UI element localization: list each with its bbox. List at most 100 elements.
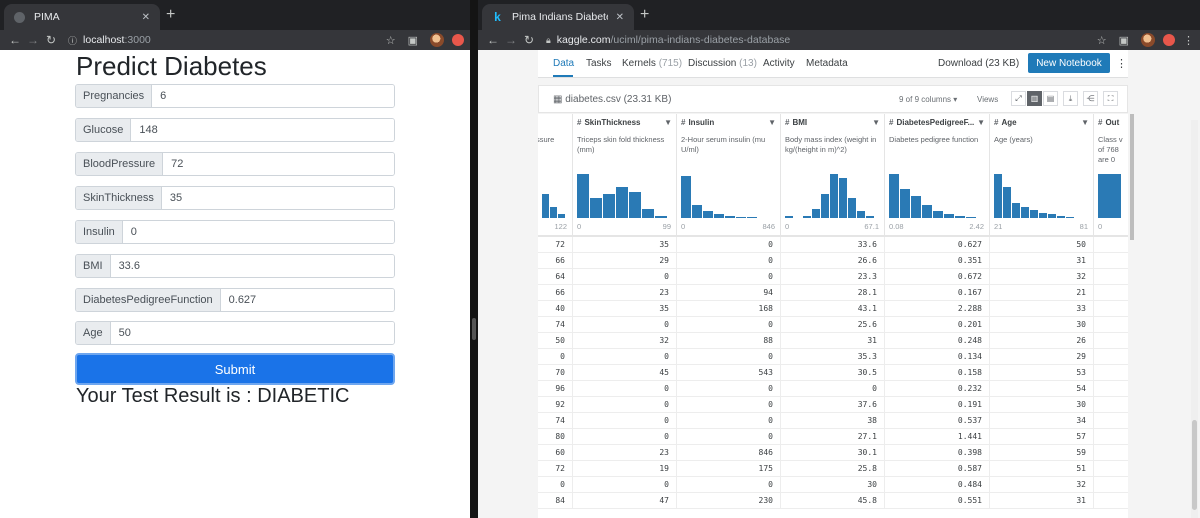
tab-kernels[interactable]: Kernels (715) bbox=[622, 58, 682, 69]
back-icon[interactable]: ← bbox=[6, 33, 24, 47]
histogram-bar bbox=[994, 174, 1002, 218]
bmi-input[interactable]: 33.6 bbox=[110, 255, 394, 277]
table-cell: 35 bbox=[573, 301, 677, 317]
table-cell: 543 bbox=[677, 365, 781, 381]
filter-icon[interactable]: ▼ bbox=[768, 118, 776, 127]
skin-thickness-label: SkinThickness bbox=[76, 187, 162, 209]
glucose-input[interactable]: 148 bbox=[131, 119, 394, 141]
reload-icon[interactable]: ↻ bbox=[520, 33, 538, 47]
table-cell: 0.537 bbox=[885, 413, 990, 429]
extension-icon[interactable]: ▣ bbox=[1119, 34, 1129, 47]
extension-red-icon[interactable] bbox=[1163, 34, 1175, 46]
pedigree-field: DiabetesPedigreeFunction 0.627 bbox=[75, 288, 395, 312]
window-divider[interactable] bbox=[470, 0, 478, 518]
column-header-age[interactable]: # Age ▼ Age (years) 21 81 bbox=[990, 114, 1094, 235]
table-row: 64 0 0 23.3 0.672 32 bbox=[538, 269, 1128, 285]
column-name: # DiabetesPedigreeF... bbox=[889, 118, 975, 127]
address-bar[interactable]: ⓘ localhost:3000 bbox=[68, 34, 374, 47]
table-cell: 0 bbox=[573, 397, 677, 413]
table-cell: 34 bbox=[990, 413, 1094, 429]
table-view-icon[interactable]: ▤ bbox=[1043, 91, 1058, 106]
table-cell: 0 bbox=[573, 269, 677, 285]
new-tab-icon[interactable]: + bbox=[640, 6, 649, 24]
table-cell: 0 bbox=[677, 477, 781, 493]
url-host: localhost bbox=[83, 34, 125, 46]
filter-icon[interactable]: ▼ bbox=[1081, 118, 1089, 127]
table-cell: 32 bbox=[573, 333, 677, 349]
new-notebook-button[interactable]: New Notebook bbox=[1028, 53, 1110, 73]
column-header-bmi[interactable]: # BMI ▼ Body mass index (weight in kg/(he… bbox=[781, 114, 885, 235]
download-icon[interactable]: ⤓ bbox=[1063, 91, 1078, 106]
tab-kaggle[interactable]: k Pima Indians Diabetes Database ✕ bbox=[482, 4, 634, 30]
histogram-bar bbox=[821, 194, 829, 218]
address-bar[interactable]: 🔒︎ kaggle.com/uciml/pima-indians-diabete… bbox=[546, 34, 1085, 46]
table-cell: 0.627 bbox=[885, 237, 990, 253]
column-header-bloodpressure[interactable]: ssure 122 bbox=[538, 114, 573, 235]
blood-pressure-input[interactable]: 72 bbox=[163, 153, 394, 175]
insulin-label: Insulin bbox=[76, 221, 123, 243]
column-header-skinthickness[interactable]: # SkinThickness ▼ Triceps skin fold thick… bbox=[573, 114, 677, 235]
table-cell: 84 bbox=[538, 493, 573, 509]
filter-icon[interactable]: ▼ bbox=[872, 118, 880, 127]
table-cell: 64 bbox=[538, 269, 573, 285]
forward-icon[interactable]: → bbox=[502, 33, 520, 47]
table-cell: 0 bbox=[538, 349, 573, 365]
reload-icon[interactable]: ↻ bbox=[42, 33, 60, 47]
share-icon[interactable]: ⋲ bbox=[1083, 91, 1098, 106]
histogram-bar bbox=[655, 216, 667, 218]
page-scrollbar[interactable] bbox=[1191, 120, 1198, 518]
column-header-pedigree[interactable]: # DiabetesPedigreeF... ▼ Diabetes pedigre… bbox=[885, 114, 990, 235]
bookmark-star-icon[interactable]: ☆ bbox=[1097, 34, 1107, 47]
column-header-outcome[interactable]: # Out Class v of 768 are 0 0 bbox=[1094, 114, 1128, 235]
tab-discussion[interactable]: Discussion (13) bbox=[688, 58, 757, 69]
resize-grip[interactable] bbox=[472, 318, 476, 340]
info-icon[interactable]: ⓘ bbox=[68, 34, 77, 47]
column-view-icon[interactable]: ▥ bbox=[1027, 91, 1042, 106]
histogram-bar bbox=[830, 174, 838, 218]
table-cell: 30.1 bbox=[781, 445, 885, 461]
insulin-input[interactable]: 0 bbox=[122, 221, 394, 243]
menu-icon[interactable]: ⋮ bbox=[1183, 34, 1194, 47]
submit-button[interactable]: Submit bbox=[75, 353, 395, 385]
column-histogram bbox=[577, 174, 671, 218]
tab-activity[interactable]: Activity bbox=[763, 58, 795, 69]
extension-red-icon[interactable] bbox=[452, 34, 464, 46]
tab-pima[interactable]: PIMA ✕ bbox=[4, 4, 160, 30]
filter-icon[interactable]: ▼ bbox=[977, 118, 985, 127]
pedigree-input[interactable]: 0.627 bbox=[220, 289, 394, 311]
hist-max: 2.42 bbox=[969, 222, 984, 231]
histogram-bar bbox=[889, 174, 899, 218]
table-row: 60 23 846 30.1 0.398 59 bbox=[538, 445, 1128, 461]
histogram-bar bbox=[1066, 217, 1074, 218]
page-scrollbar-thumb[interactable] bbox=[1192, 420, 1197, 510]
more-options-icon[interactable]: ⋮ bbox=[1116, 57, 1127, 70]
table-cell: 0.551 bbox=[885, 493, 990, 509]
avatar[interactable] bbox=[1141, 33, 1155, 47]
forward-icon[interactable]: → bbox=[24, 33, 42, 47]
tab-tasks[interactable]: Tasks bbox=[586, 58, 612, 69]
lock-icon[interactable]: 🔒︎ bbox=[546, 35, 551, 46]
table-cell: 0 bbox=[573, 477, 677, 493]
expand-icon[interactable]: ⤢ bbox=[1011, 91, 1026, 106]
extension-icon[interactable]: ▣ bbox=[408, 34, 418, 47]
bookmark-star-icon[interactable]: ☆ bbox=[386, 34, 396, 47]
download-button[interactable]: Download (23 KB) bbox=[938, 58, 1019, 69]
skin-thickness-input[interactable]: 35 bbox=[161, 187, 394, 209]
column-header-insulin[interactable]: # Insulin ▼ 2-Hour serum insulin (mu U/ml… bbox=[677, 114, 781, 235]
tab-data[interactable]: Data bbox=[553, 58, 574, 69]
filter-icon[interactable]: ▼ bbox=[664, 118, 672, 127]
table-cell: 0 bbox=[573, 413, 677, 429]
column-desc: Diabetes pedigree function bbox=[889, 135, 979, 144]
close-tab-icon[interactable]: ✕ bbox=[616, 12, 624, 23]
age-input[interactable]: 50 bbox=[110, 322, 394, 344]
back-icon[interactable]: ← bbox=[484, 33, 502, 47]
avatar[interactable] bbox=[430, 33, 444, 47]
columns-dropdown[interactable]: 9 of 9 columns ▾ bbox=[899, 95, 957, 104]
close-tab-icon[interactable]: ✕ bbox=[142, 12, 150, 23]
tab-metadata[interactable]: Metadata bbox=[806, 58, 848, 69]
new-tab-icon[interactable]: + bbox=[166, 6, 175, 24]
fullscreen-icon[interactable]: ⛶ bbox=[1103, 91, 1118, 106]
pregnancies-input[interactable]: 6 bbox=[152, 85, 394, 107]
table-scrollbar[interactable] bbox=[1130, 114, 1134, 240]
table-cell: 1.441 bbox=[885, 429, 990, 445]
